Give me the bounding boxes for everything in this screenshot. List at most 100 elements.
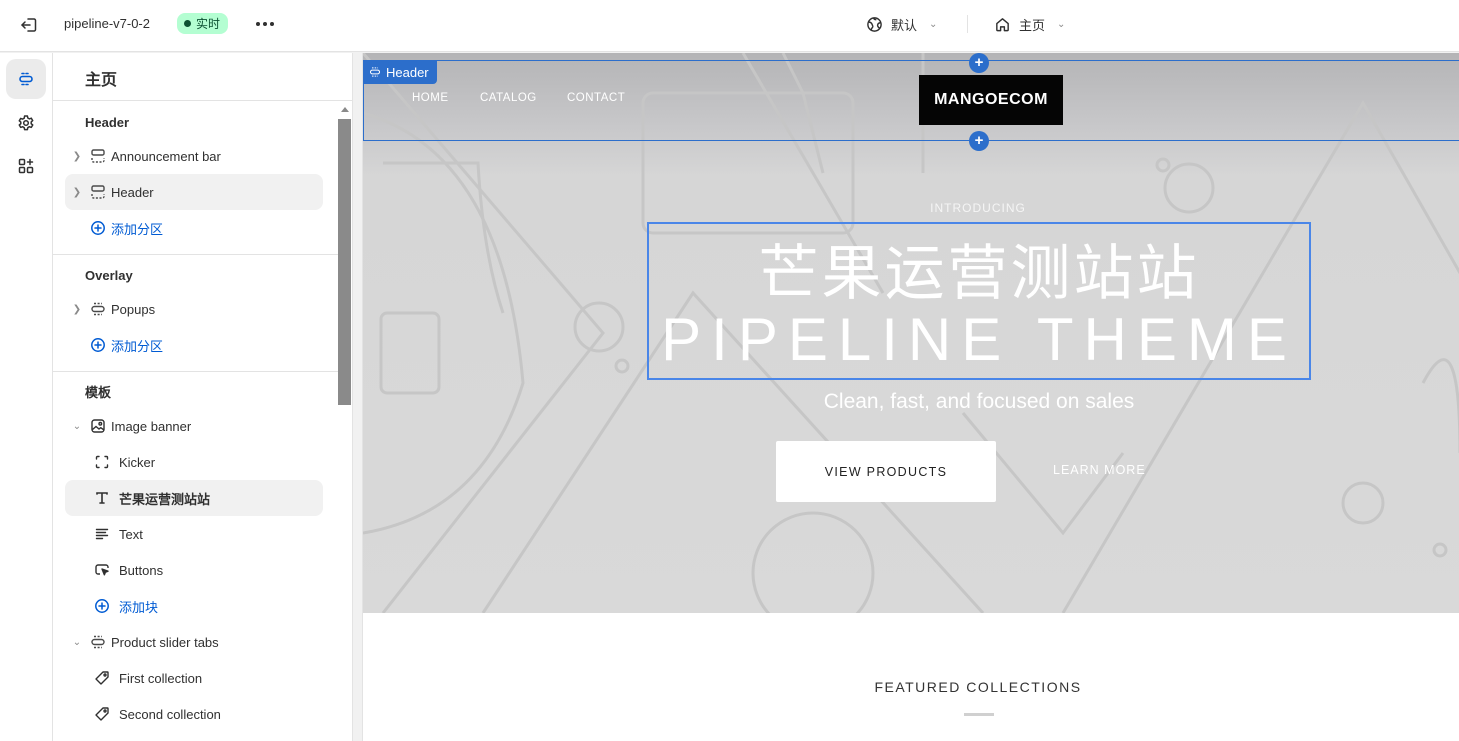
- add-block-button[interactable]: 添加块: [65, 588, 323, 624]
- nav-link-home[interactable]: HOME: [412, 92, 449, 104]
- block-label: Kicker: [119, 454, 156, 470]
- text-align-icon: [91, 525, 113, 543]
- banner-heading-line-2: PIPELINE THEME: [661, 306, 1297, 373]
- rail-sections-button[interactable]: [6, 59, 46, 99]
- add-section-below-button[interactable]: +: [969, 131, 989, 151]
- more-horizontal-icon: [256, 22, 260, 26]
- more-dot: [270, 22, 274, 26]
- exit-button[interactable]: [18, 14, 40, 36]
- section-icon: [87, 633, 109, 651]
- tag-icon: [91, 705, 113, 723]
- banner-heading-line-1: 芒果运营测站站: [758, 239, 1200, 309]
- plus-circle-icon: [87, 336, 109, 354]
- rail-apps-button[interactable]: [6, 146, 46, 186]
- block-item-text[interactable]: Text: [65, 516, 323, 552]
- chevron-down-icon: ⌄: [929, 18, 938, 30]
- title-divider: [964, 713, 994, 716]
- section-label: Announcement bar: [111, 148, 221, 164]
- section-item-image-banner[interactable]: ⌄ Image banner: [65, 408, 323, 444]
- scroll-up-arrow-icon[interactable]: [341, 107, 349, 112]
- language-value: 默认: [891, 17, 918, 33]
- chevron-right-icon[interactable]: ❯: [67, 304, 87, 315]
- nav-link-contact[interactable]: CONTACT: [567, 92, 625, 104]
- add-section-label: 添加分区: [111, 221, 164, 237]
- header-section-tag[interactable]: Header: [363, 60, 437, 84]
- apps-add-icon: [18, 158, 34, 174]
- plus-circle-icon: [87, 219, 109, 237]
- learn-more-link[interactable]: LEARN MORE: [1053, 463, 1146, 477]
- chevron-down-icon: ⌄: [1057, 18, 1066, 30]
- block-item-heading[interactable]: 芒果运营测站站: [65, 480, 323, 516]
- status-dot: [184, 20, 191, 27]
- plus-circle-icon: [91, 597, 113, 615]
- block-item-first-collection[interactable]: First collection: [65, 660, 323, 696]
- sidebar-title: 主页: [53, 53, 352, 101]
- store-logo[interactable]: MANGOECOM: [919, 75, 1063, 125]
- section-label: Popups: [111, 301, 156, 317]
- more-dot: [263, 22, 267, 26]
- block-label: Text: [119, 526, 143, 542]
- add-section-button[interactable]: 添加分区: [65, 327, 323, 363]
- banner-kicker: INTRODUCING: [930, 201, 1026, 215]
- section-label: Product slider tabs: [111, 634, 219, 650]
- section-icon: [87, 147, 109, 165]
- section-item-product-slider-tabs[interactable]: ⌄ Product slider tabs: [65, 624, 323, 660]
- divider: [967, 15, 968, 33]
- section-label: Image banner: [111, 418, 192, 434]
- add-section-label: 添加分区: [111, 338, 164, 354]
- header-tag-label: Header: [386, 64, 429, 80]
- group-heading: 模板: [85, 385, 112, 400]
- tag-icon: [91, 669, 113, 687]
- top-bar: pipeline-v7-0-2 实时 默认 ⌄ 主页 ⌄: [0, 0, 1459, 52]
- nav-link-catalog[interactable]: CATALOG: [480, 92, 537, 104]
- block-item-second-collection[interactable]: Second collection: [65, 696, 323, 732]
- group-heading: Overlay: [85, 268, 133, 283]
- dashed-square-icon: [91, 453, 113, 471]
- sections-sidebar: 主页 Header ❯ Announcement bar ❯ Header 添加…: [53, 53, 353, 741]
- section-item-popups[interactable]: ❯ Popups: [65, 291, 323, 327]
- home-icon: [996, 17, 1009, 31]
- block-label: Second collection: [119, 706, 221, 722]
- block-item-kicker[interactable]: Kicker: [65, 444, 323, 480]
- scrollbar-thumb[interactable]: [338, 119, 351, 405]
- page-value: 主页: [1019, 17, 1046, 33]
- image-banner-section[interactable]: Header HOME CATALOG CONTACT MANGOECOM + …: [363, 53, 1459, 613]
- sections-icon: [19, 72, 33, 86]
- button-pointer-icon: [91, 561, 113, 579]
- theme-preview: Header HOME CATALOG CONTACT MANGOECOM + …: [362, 53, 1459, 741]
- banner-subheading: Clean, fast, and focused on sales: [823, 390, 1135, 413]
- status-badge-label: 实时: [196, 17, 221, 31]
- section-item-header[interactable]: ❯ Header: [65, 174, 323, 210]
- rail-settings-button[interactable]: [6, 103, 46, 143]
- chevron-down-icon[interactable]: ⌄: [67, 637, 87, 648]
- section-item-announcement-bar[interactable]: ❯ Announcement bar: [65, 138, 323, 174]
- section-icon: [87, 183, 109, 201]
- view-products-button[interactable]: VIEW PRODUCTS: [776, 441, 996, 502]
- section-label: Header: [111, 184, 154, 200]
- add-section-above-button[interactable]: +: [969, 53, 989, 73]
- text-type-icon: [91, 489, 113, 507]
- block-label: First collection: [119, 670, 203, 686]
- theme-name: pipeline-v7-0-2: [64, 16, 150, 31]
- page-selector[interactable]: 主页 ⌄: [994, 12, 1065, 36]
- add-section-button[interactable]: 添加分区: [65, 210, 323, 246]
- section-icon: [369, 67, 381, 77]
- more-actions-button[interactable]: [253, 13, 277, 35]
- section-icon: [87, 300, 109, 318]
- block-label: 芒果运营测站站: [119, 491, 211, 507]
- block-label: Buttons: [119, 562, 164, 578]
- chevron-right-icon[interactable]: ❯: [67, 151, 87, 162]
- chevron-down-icon[interactable]: ⌄: [67, 421, 87, 432]
- exit-icon: [21, 18, 37, 32]
- status-badge: 实时: [177, 13, 229, 34]
- left-rail: [0, 53, 53, 741]
- language-selector[interactable]: 默认 ⌄: [866, 12, 937, 36]
- featured-collections-title: FEATURED COLLECTIONS: [874, 679, 1082, 695]
- block-item-buttons[interactable]: Buttons: [65, 552, 323, 588]
- chevron-right-icon[interactable]: ❯: [67, 187, 87, 198]
- section-tree: Header ❯ Announcement bar ❯ Header 添加分区 …: [53, 102, 339, 732]
- gear-icon: [18, 115, 34, 131]
- globe-icon: [867, 16, 882, 32]
- image-icon: [87, 417, 109, 435]
- add-block-label: 添加块: [119, 599, 159, 615]
